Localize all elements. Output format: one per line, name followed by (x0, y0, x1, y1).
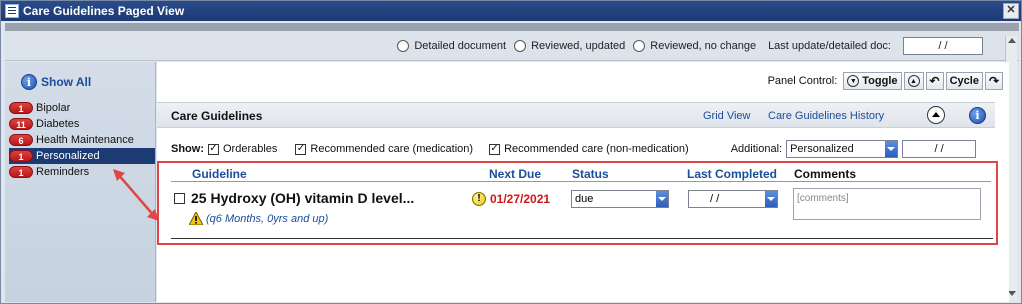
dropdown-arrow-icon (885, 141, 898, 157)
guideline-frequency-text: (q6 Months, 0yrs and up) (206, 212, 329, 225)
column-comments: Comments (794, 167, 857, 181)
undo-button[interactable]: ↶ (925, 72, 944, 90)
additional-select-value: Personalized (790, 143, 854, 155)
collapse-up-button[interactable]: ▲ (903, 72, 924, 90)
additional-label: Additional: (730, 143, 783, 155)
sidebar-list: 1 Bipolar 11 Diabetes 6 Health Maintenan… (9, 100, 155, 180)
next-due-cell: ! 01/27/2021 (472, 192, 550, 206)
status-select-value: due (575, 193, 594, 205)
redo-icon: ↷ (988, 74, 999, 88)
sidebar-item-label: Health Maintenance (36, 134, 134, 146)
last-update-label: Last update/detailed doc: (768, 40, 891, 52)
column-guideline[interactable]: Guideline (192, 167, 247, 181)
chevron-down-icon: ▼ (847, 75, 860, 87)
guideline-title[interactable]: 25 Hydroxy (OH) vitamin D level... (191, 190, 414, 206)
undo-icon: ↶ (929, 74, 940, 88)
guideline-row-checkbox[interactable] (174, 193, 185, 204)
toggle-label: Toggle (862, 75, 898, 87)
column-next-due[interactable]: Next Due (489, 167, 541, 181)
warning-icon (189, 212, 203, 225)
count-badge: 1 (9, 166, 33, 178)
count-badge: 6 (9, 134, 33, 146)
sidebar-item-label: Bipolar (36, 102, 71, 114)
section-header: Care Guidelines Grid View Care Guideline… (157, 102, 995, 128)
last-update-date-field[interactable]: / / (903, 37, 983, 55)
collapse-section-icon[interactable] (927, 106, 945, 124)
detailed-document-radio[interactable] (397, 40, 410, 52)
orderables-label: Orderables (223, 143, 278, 155)
chevron-up-icon: ▲ (907, 75, 920, 87)
toggle-button[interactable]: ▼ Toggle (843, 72, 902, 90)
dropdown-arrow-icon (656, 191, 668, 207)
close-button[interactable]: ✕ (1003, 3, 1019, 19)
additional-date-field[interactable]: / / (902, 140, 977, 158)
sidebar-item-label: Personalized (36, 150, 100, 162)
care-guidelines-history-link[interactable]: Care Guidelines History (768, 110, 884, 122)
last-completed-value: / / (710, 193, 720, 205)
next-due-date: 01/27/2021 (490, 192, 551, 206)
count-badge: 11 (9, 118, 33, 130)
panel-control-label: Panel Control: (767, 75, 838, 87)
info-icon: i (21, 74, 37, 90)
grid-header: Guideline Next Due Status Last Completed… (171, 166, 991, 182)
column-last-completed[interactable]: Last Completed (687, 167, 777, 181)
window-title: Care Guidelines Paged View (23, 4, 185, 18)
sidebar-item-label: Reminders (36, 166, 90, 178)
top-band (5, 23, 1019, 31)
show-all-label: Show All (41, 75, 92, 89)
cycle-button[interactable]: Cycle (945, 72, 983, 90)
section-title: Care Guidelines (171, 109, 263, 123)
detailed-document-label: Detailed document (414, 40, 507, 52)
count-badge: 1 (9, 150, 33, 162)
rec-nonmed-label: Recommended care (non-medication) (504, 143, 689, 155)
annotation-arrow (113, 169, 159, 221)
care-guidelines-window: Care Guidelines Paged View ✕ Detailed do… (0, 0, 1022, 304)
status-select[interactable]: due (571, 190, 669, 208)
show-label: Show: (171, 143, 204, 155)
sidebar-item-diabetes[interactable]: 11 Diabetes (9, 116, 155, 132)
rec-med-label: Recommended care (medication) (310, 143, 474, 155)
sidebar-item-bipolar[interactable]: 1 Bipolar (9, 100, 155, 116)
title-bar: Care Guidelines Paged View ✕ (1, 1, 1021, 21)
sidebar-item-personalized[interactable]: 1 Personalized (9, 148, 155, 164)
main-panel: Panel Control: ▼ Toggle ▲ ↶ Cycle ↷ Care… (157, 62, 1009, 302)
additional-select[interactable]: Personalized (786, 140, 899, 158)
cycle-label: Cycle (949, 75, 979, 87)
dropdown-arrow-icon (765, 191, 777, 207)
panel-control: Panel Control: ▼ Toggle ▲ ↶ Cycle ↷ (768, 72, 1003, 90)
redo-button[interactable]: ↷ (984, 72, 1003, 90)
sidebar-item-health-maintenance[interactable]: 6 Health Maintenance (9, 132, 155, 148)
show-filter-row: Show: ✓ Orderables ✓ Recommended care (m… (171, 140, 991, 158)
row-divider (171, 238, 993, 239)
section-info-icon[interactable]: i (969, 107, 986, 124)
rec-med-checkbox[interactable]: ✓ (295, 143, 307, 155)
guideline-frequency: (q6 Months, 0yrs and up) (189, 212, 328, 225)
reviewed-no-change-label: Reviewed, no change (650, 40, 757, 52)
show-all-link[interactable]: i Show All (21, 74, 91, 90)
sidebar-item-label: Diabetes (36, 118, 80, 130)
grid-view-link[interactable]: Grid View (703, 110, 750, 122)
column-status[interactable]: Status (572, 167, 609, 181)
reviewed-no-change-radio[interactable] (633, 40, 646, 52)
count-badge: 1 (9, 102, 33, 114)
rec-nonmed-checkbox[interactable]: ✓ (489, 143, 501, 155)
window-app-icon (5, 4, 19, 18)
comments-field[interactable]: [comments] (793, 188, 981, 220)
last-completed-select[interactable]: / / (688, 190, 778, 208)
reviewed-updated-radio[interactable] (514, 40, 527, 52)
reviewed-updated-label: Reviewed, updated (531, 40, 626, 52)
orderables-checkbox[interactable]: ✓ (208, 143, 219, 155)
alert-icon: ! (472, 192, 486, 206)
document-bar: Detailed document Reviewed, updated Revi… (5, 31, 1019, 61)
